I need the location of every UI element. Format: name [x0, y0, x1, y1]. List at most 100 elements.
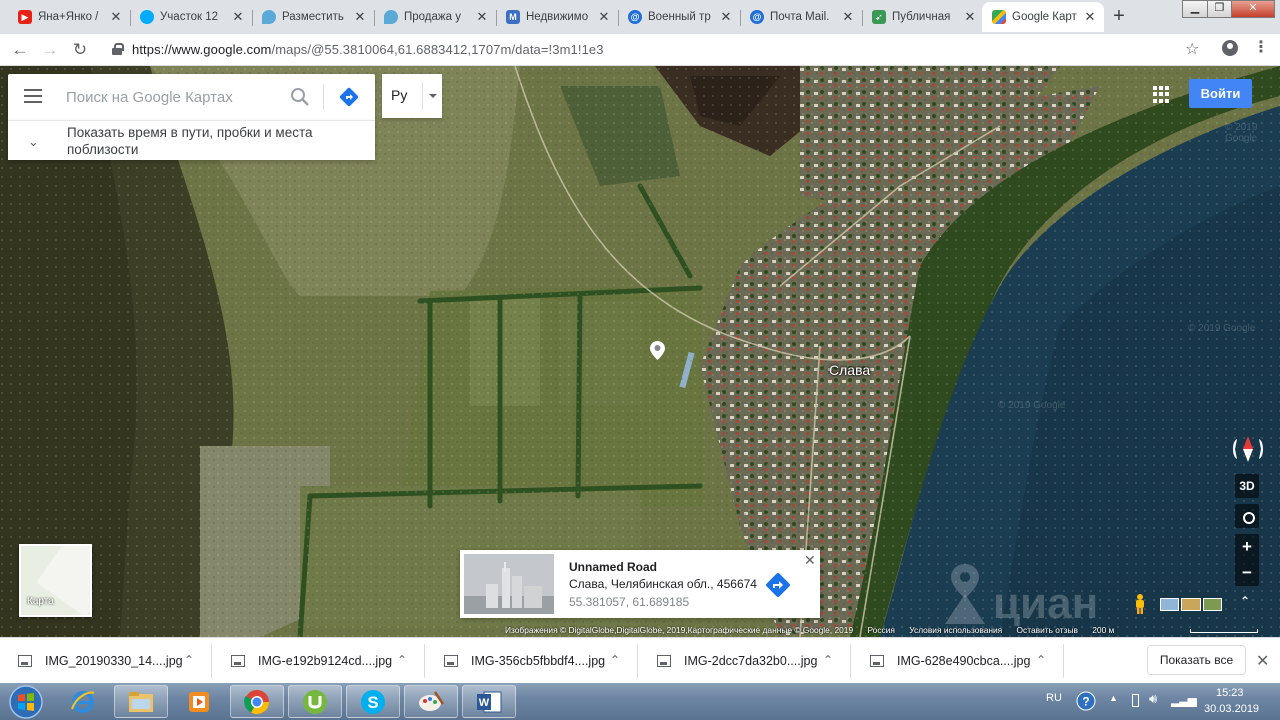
search-icon[interactable]	[290, 87, 310, 107]
scale-label[interactable]: 200 м	[1092, 625, 1114, 635]
tab-close-icon[interactable]: ✕	[230, 9, 246, 25]
zoom-out-button[interactable]: −	[1235, 560, 1259, 586]
imagery-thumbnail[interactable]	[1160, 598, 1180, 611]
close-icon[interactable]: ✕	[1256, 651, 1269, 671]
taskbar-word[interactable]: W	[462, 685, 516, 718]
help-icon[interactable]: ?	[1076, 691, 1096, 711]
travel-time-toggle[interactable]: ⌄ Показать время в пути, пробки и места …	[8, 120, 375, 160]
download-item[interactable]: IMG-628e490cbca....jpg ⌃	[852, 638, 1064, 684]
chrome-icon	[244, 689, 269, 714]
taskbar-utorrent[interactable]	[288, 685, 342, 718]
signin-button[interactable]: Войти	[1189, 79, 1252, 108]
chevron-up-icon[interactable]: ⌃	[1240, 594, 1250, 608]
browser-tab[interactable]: Разместить ✕	[252, 2, 374, 32]
street-view-thumbnail[interactable]	[464, 554, 554, 614]
taskbar-chrome[interactable]	[230, 685, 284, 718]
address-bar[interactable]: https://www.google.com/maps/@55.3810064,…	[100, 37, 1210, 63]
taskbar-skype[interactable]: S	[346, 685, 400, 718]
browser-tab[interactable]: Продажа у ✕	[374, 2, 496, 32]
tray-expand-icon[interactable]: ▲	[1109, 693, 1118, 703]
tab-close-icon[interactable]: ✕	[718, 9, 734, 25]
volume-icon[interactable]: 🔊︎	[1149, 691, 1157, 707]
download-item[interactable]: IMG-356cb5fbbdf4....jpg ⌃	[426, 638, 638, 684]
browser-tab[interactable]: @ Военный тр ✕	[618, 2, 740, 32]
country-link[interactable]: Россия	[867, 625, 894, 635]
my-location-button[interactable]	[1235, 504, 1259, 528]
imagery-thumbnail[interactable]	[1202, 598, 1222, 611]
mail-icon: @	[750, 10, 764, 24]
3d-toggle-button[interactable]: 3D	[1235, 474, 1259, 498]
account-icon[interactable]	[1222, 40, 1238, 56]
search-input[interactable]	[66, 86, 286, 108]
forward-button[interactable]: →	[39, 39, 61, 61]
tab-close-icon[interactable]: ✕	[474, 9, 490, 25]
minimize-button[interactable]: ▁	[1182, 0, 1208, 18]
search-divider	[323, 84, 324, 110]
google-watermark: © 2019 Google	[998, 400, 1066, 411]
browser-tab-active[interactable]: Google Карт ✕	[982, 2, 1104, 32]
place-coordinates[interactable]: 55.381057, 61.689185	[569, 595, 689, 609]
maximize-button[interactable]: ❐	[1207, 0, 1232, 18]
tab-close-icon[interactable]: ✕	[596, 9, 612, 25]
tab-close-icon[interactable]: ✕	[352, 9, 368, 25]
chevron-up-icon[interactable]: ⌃	[823, 653, 833, 667]
google-watermark: © 2019 Google	[1188, 323, 1256, 334]
taskbar-ie[interactable]	[56, 685, 110, 718]
clock-date[interactable]: 30.03.2019	[1204, 703, 1259, 715]
menu-dots-icon[interactable]: ⋮	[1253, 39, 1269, 57]
cian-watermark-logo: циан	[945, 564, 1098, 626]
new-tab-button[interactable]: +	[1107, 5, 1131, 29]
map-view-switch[interactable]: Карта	[19, 544, 92, 617]
compass-icon[interactable]	[1229, 430, 1267, 468]
tab-close-icon[interactable]: ✕	[962, 9, 978, 25]
language-selector[interactable]: Ру	[382, 74, 442, 118]
imagery-thumbnail[interactable]	[1181, 598, 1201, 611]
reload-button[interactable]: ↻	[69, 39, 91, 61]
download-item[interactable]: IMG-e192b9124cd....jpg ⌃	[213, 638, 425, 684]
pegman-icon[interactable]	[1133, 594, 1147, 614]
location-pin-icon[interactable]	[650, 341, 665, 360]
menu-hamburger-icon[interactable]	[24, 89, 42, 103]
directions-icon[interactable]	[764, 571, 792, 599]
apps-grid-icon[interactable]	[1153, 86, 1170, 103]
feedback-link[interactable]: Оставить отзыв	[1017, 625, 1078, 635]
browser-tab[interactable]: @ Почта Mail. ✕	[740, 2, 862, 32]
browser-tab[interactable]: ➹ Публичная ✕	[862, 2, 984, 32]
close-icon[interactable]: ✕	[804, 552, 816, 569]
close-window-button[interactable]: ✕	[1231, 0, 1275, 18]
tab-close-icon[interactable]: ✕	[108, 9, 124, 25]
back-button[interactable]: ←	[9, 39, 31, 61]
tab-close-icon[interactable]: ✕	[1082, 9, 1098, 25]
clock-time[interactable]: 15:23	[1216, 687, 1244, 699]
imagery-thumbnails[interactable]	[1160, 596, 1222, 612]
input-language[interactable]: RU	[1046, 692, 1062, 704]
browser-tab[interactable]: M Недвижимо ✕	[496, 2, 618, 32]
battery-icon[interactable]	[1132, 694, 1139, 707]
village-label: Слава	[829, 362, 871, 378]
directions-icon[interactable]	[339, 87, 359, 107]
zoom-in-button[interactable]: +	[1235, 534, 1259, 560]
tab-title: Яна+Янко /	[38, 11, 99, 23]
taskbar-media[interactable]	[172, 685, 226, 718]
start-button[interactable]	[6, 683, 46, 720]
download-item[interactable]: IMG-2dcc7da32b0....jpg ⌃	[639, 638, 851, 684]
browser-tab[interactable]: Участок 12 ✕	[130, 2, 252, 32]
network-icon[interactable]: ▂▃▅	[1171, 693, 1197, 707]
map-canvas[interactable]: © 2019 Google © 2019 Google © 2019 Googl…	[0, 66, 1280, 637]
download-filename: IMG_20190330_14....jpg	[45, 654, 183, 668]
chevron-up-icon[interactable]: ⌃	[184, 653, 194, 667]
browser-tab[interactable]: ▶ Яна+Янко / ✕	[8, 2, 130, 32]
taskbar-paint[interactable]	[404, 685, 458, 718]
scale-bar[interactable]	[1190, 629, 1258, 633]
terms-link[interactable]: Условия использования	[909, 625, 1002, 635]
bookmark-star-icon[interactable]: ☆	[1185, 39, 1199, 59]
show-all-downloads-button[interactable]: Показать все	[1147, 645, 1246, 675]
mail-icon: @	[628, 10, 642, 24]
chevron-up-icon[interactable]: ⌃	[1036, 653, 1046, 667]
tab-close-icon[interactable]: ✕	[840, 9, 856, 25]
download-item[interactable]: IMG_20190330_14....jpg ⌃	[0, 638, 212, 684]
chevron-up-icon[interactable]: ⌃	[610, 653, 620, 667]
chevron-up-icon[interactable]: ⌃	[397, 653, 407, 667]
tab-title: Почта Mail.	[770, 11, 830, 23]
taskbar-explorer[interactable]	[114, 685, 168, 718]
